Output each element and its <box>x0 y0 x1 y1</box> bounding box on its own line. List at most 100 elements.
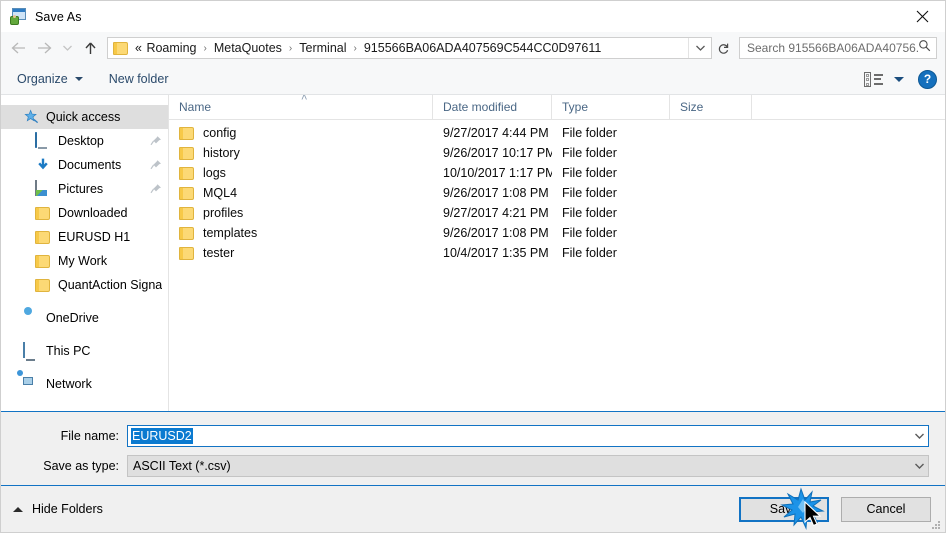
hide-folders-button[interactable]: Hide Folders <box>13 502 103 516</box>
save-as-dialog: Save As « Roaming › MetaQuotes › Termina… <box>0 0 946 533</box>
sidebar-item-label: Desktop <box>58 134 104 148</box>
folder-icon <box>179 146 194 160</box>
dialog-body: Quick access Desktop Documents Pictures … <box>1 95 945 411</box>
view-options-chevron-down-icon[interactable] <box>894 76 904 82</box>
window-title: Save As <box>35 9 82 24</box>
chevron-down-icon <box>74 77 83 81</box>
sidebar-item-network[interactable]: Network <box>1 372 168 396</box>
sidebar-item-downloaded[interactable]: Downloaded <box>1 201 168 225</box>
file-name-cell: tester <box>169 246 433 260</box>
sidebar-item-documents[interactable]: Documents <box>1 153 168 177</box>
file-type: File folder <box>562 166 617 180</box>
file-date: 9/26/2017 1:08 PM <box>443 226 549 240</box>
folder-icon <box>35 277 51 293</box>
sidebar-item-quick-access[interactable]: Quick access <box>1 105 168 129</box>
sidebar-item-label: Downloaded <box>58 206 128 220</box>
sidebar-item-label: QuantAction Signal <box>58 278 162 292</box>
folder-icon <box>179 166 194 180</box>
file-date: 10/10/2017 1:17 PM <box>443 166 552 180</box>
file-name: config <box>203 126 237 140</box>
sidebar-item-desktop[interactable]: Desktop <box>1 129 168 153</box>
organize-label: Organize <box>17 72 68 86</box>
cancel-button[interactable]: Cancel <box>841 496 931 522</box>
chevron-down-icon[interactable] <box>910 462 928 470</box>
column-header-date-modified[interactable]: Date modified <box>433 95 552 119</box>
search-input[interactable]: Search 915566BA06ADA40756... <box>739 37 937 59</box>
dialog-footer: Hide Folders Save Cancel <box>1 485 945 532</box>
file-list-pane: ˄ Name Date modified Type Size config 9/… <box>169 95 945 411</box>
sidebar-item-my-work[interactable]: My Work <box>1 249 168 273</box>
sidebar-item-label: Quick access <box>46 110 121 124</box>
folder-icon <box>35 253 51 269</box>
file-name-cell: config <box>169 126 433 140</box>
organize-button[interactable]: Organize <box>15 69 85 89</box>
help-label: ? <box>923 72 932 86</box>
column-header-type[interactable]: Type <box>552 95 670 119</box>
table-row[interactable]: history 9/26/2017 10:17 PM File folder <box>169 143 945 163</box>
folder-icon <box>179 246 194 260</box>
documents-download-icon <box>35 157 51 173</box>
arrow-right-icon[interactable] <box>31 35 57 61</box>
table-row[interactable]: logs 10/10/2017 1:17 PM File folder <box>169 163 945 183</box>
sidebar-item-label: Network <box>46 377 92 391</box>
resize-grip-icon[interactable] <box>930 518 942 530</box>
breadcrumb-separator: › <box>203 42 207 54</box>
column-header-size[interactable]: Size <box>670 95 752 119</box>
new-folder-label: New folder <box>108 72 169 86</box>
table-row[interactable]: config 9/27/2017 4:44 PM File folder <box>169 123 945 143</box>
file-date: 9/26/2017 1:08 PM <box>443 186 549 200</box>
recent-locations-chevron-down-icon[interactable] <box>57 35 77 61</box>
save-as-type-select[interactable]: ASCII Text (*.csv) <box>127 455 929 477</box>
cancel-label: Cancel <box>866 502 906 516</box>
file-name-cell: templates <box>169 226 433 240</box>
file-type: File folder <box>562 246 617 260</box>
breadcrumb-item-terminal[interactable]: Terminal <box>297 41 348 55</box>
sidebar-item-onedrive[interactable]: OneDrive <box>1 306 168 330</box>
close-icon[interactable] <box>899 1 945 31</box>
breadcrumb-item-roaming[interactable]: Roaming <box>144 41 198 55</box>
folder-icon <box>35 205 51 221</box>
file-name-cell: profiles <box>169 206 433 220</box>
file-name-cell: MQL4 <box>169 186 433 200</box>
sort-ascending-icon: ˄ <box>301 95 308 104</box>
breadcrumb: « Roaming › MetaQuotes › Terminal › 9155… <box>133 41 688 55</box>
arrow-left-icon[interactable] <box>5 35 31 61</box>
filename-input[interactable]: EURUSD2 <box>127 425 929 447</box>
refresh-icon[interactable] <box>712 38 734 58</box>
table-row[interactable]: profiles 9/27/2017 4:21 PM File folder <box>169 203 945 223</box>
file-name: profiles <box>203 206 244 220</box>
table-row[interactable]: MQL4 9/26/2017 1:08 PM File folder <box>169 183 945 203</box>
table-row[interactable]: templates 9/26/2017 1:08 PM File folder <box>169 223 945 243</box>
folder-icon <box>179 186 194 200</box>
sidebar-item-label: EURUSD H1 <box>58 230 131 244</box>
chevron-down-icon[interactable] <box>910 432 928 440</box>
file-type: File folder <box>562 146 617 160</box>
address-dropdown-chevron-down-icon[interactable] <box>688 38 711 58</box>
view-layout-icon[interactable] <box>864 71 884 87</box>
this-pc-icon <box>23 342 39 359</box>
column-header-name[interactable]: ˄ Name <box>169 95 433 119</box>
footer-buttons: Save Cancel <box>739 496 931 522</box>
save-as-window-icon <box>10 8 27 25</box>
breadcrumb-item-metaquotes[interactable]: MetaQuotes <box>212 41 284 55</box>
sidebar-item-quantaction-signal[interactable]: QuantAction Signal <box>1 273 168 297</box>
help-icon[interactable]: ? <box>918 69 937 89</box>
file-date: 9/26/2017 10:17 PM <box>443 146 552 160</box>
save-button[interactable]: Save <box>739 496 829 522</box>
sidebar-item-this-pc[interactable]: This PC <box>1 339 168 363</box>
sidebar-item-label: OneDrive <box>46 311 99 325</box>
address-bar[interactable]: « Roaming › MetaQuotes › Terminal › 9155… <box>107 37 712 59</box>
file-date: 9/27/2017 4:21 PM <box>443 206 549 220</box>
sidebar-item-pictures[interactable]: Pictures <box>1 177 168 201</box>
folder-icon <box>179 226 194 240</box>
folder-icon <box>113 41 128 55</box>
sidebar-item-eurusd-h1[interactable]: EURUSD H1 <box>1 225 168 249</box>
table-row[interactable]: tester 10/4/2017 1:35 PM File folder <box>169 243 945 263</box>
pin-icon <box>150 183 162 195</box>
new-folder-button[interactable]: New folder <box>107 69 171 89</box>
breadcrumb-item-terminal-id[interactable]: 915566BA06ADA407569C544CC0D97611 <box>362 41 603 55</box>
breadcrumb-overflow[interactable]: « <box>133 41 144 55</box>
navigation-sidebar: Quick access Desktop Documents Pictures … <box>1 95 169 411</box>
arrow-up-icon[interactable] <box>77 35 103 61</box>
column-header-label: Name <box>179 100 212 114</box>
